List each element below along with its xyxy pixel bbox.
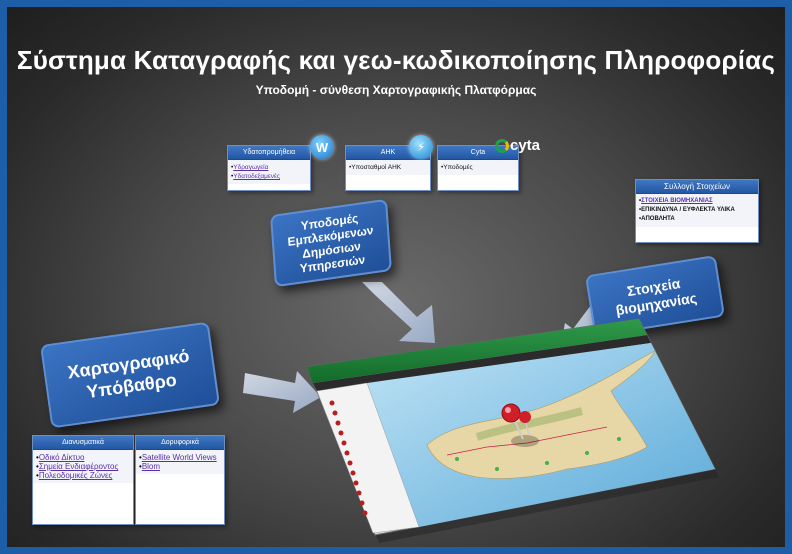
frame: Σύστημα Καταγραφής και γεω-κωδικοποίησης… <box>0 0 792 554</box>
map-application <box>306 318 719 543</box>
slide: Σύστημα Καταγραφής και γεω-κωδικοποίησης… <box>7 7 785 547</box>
